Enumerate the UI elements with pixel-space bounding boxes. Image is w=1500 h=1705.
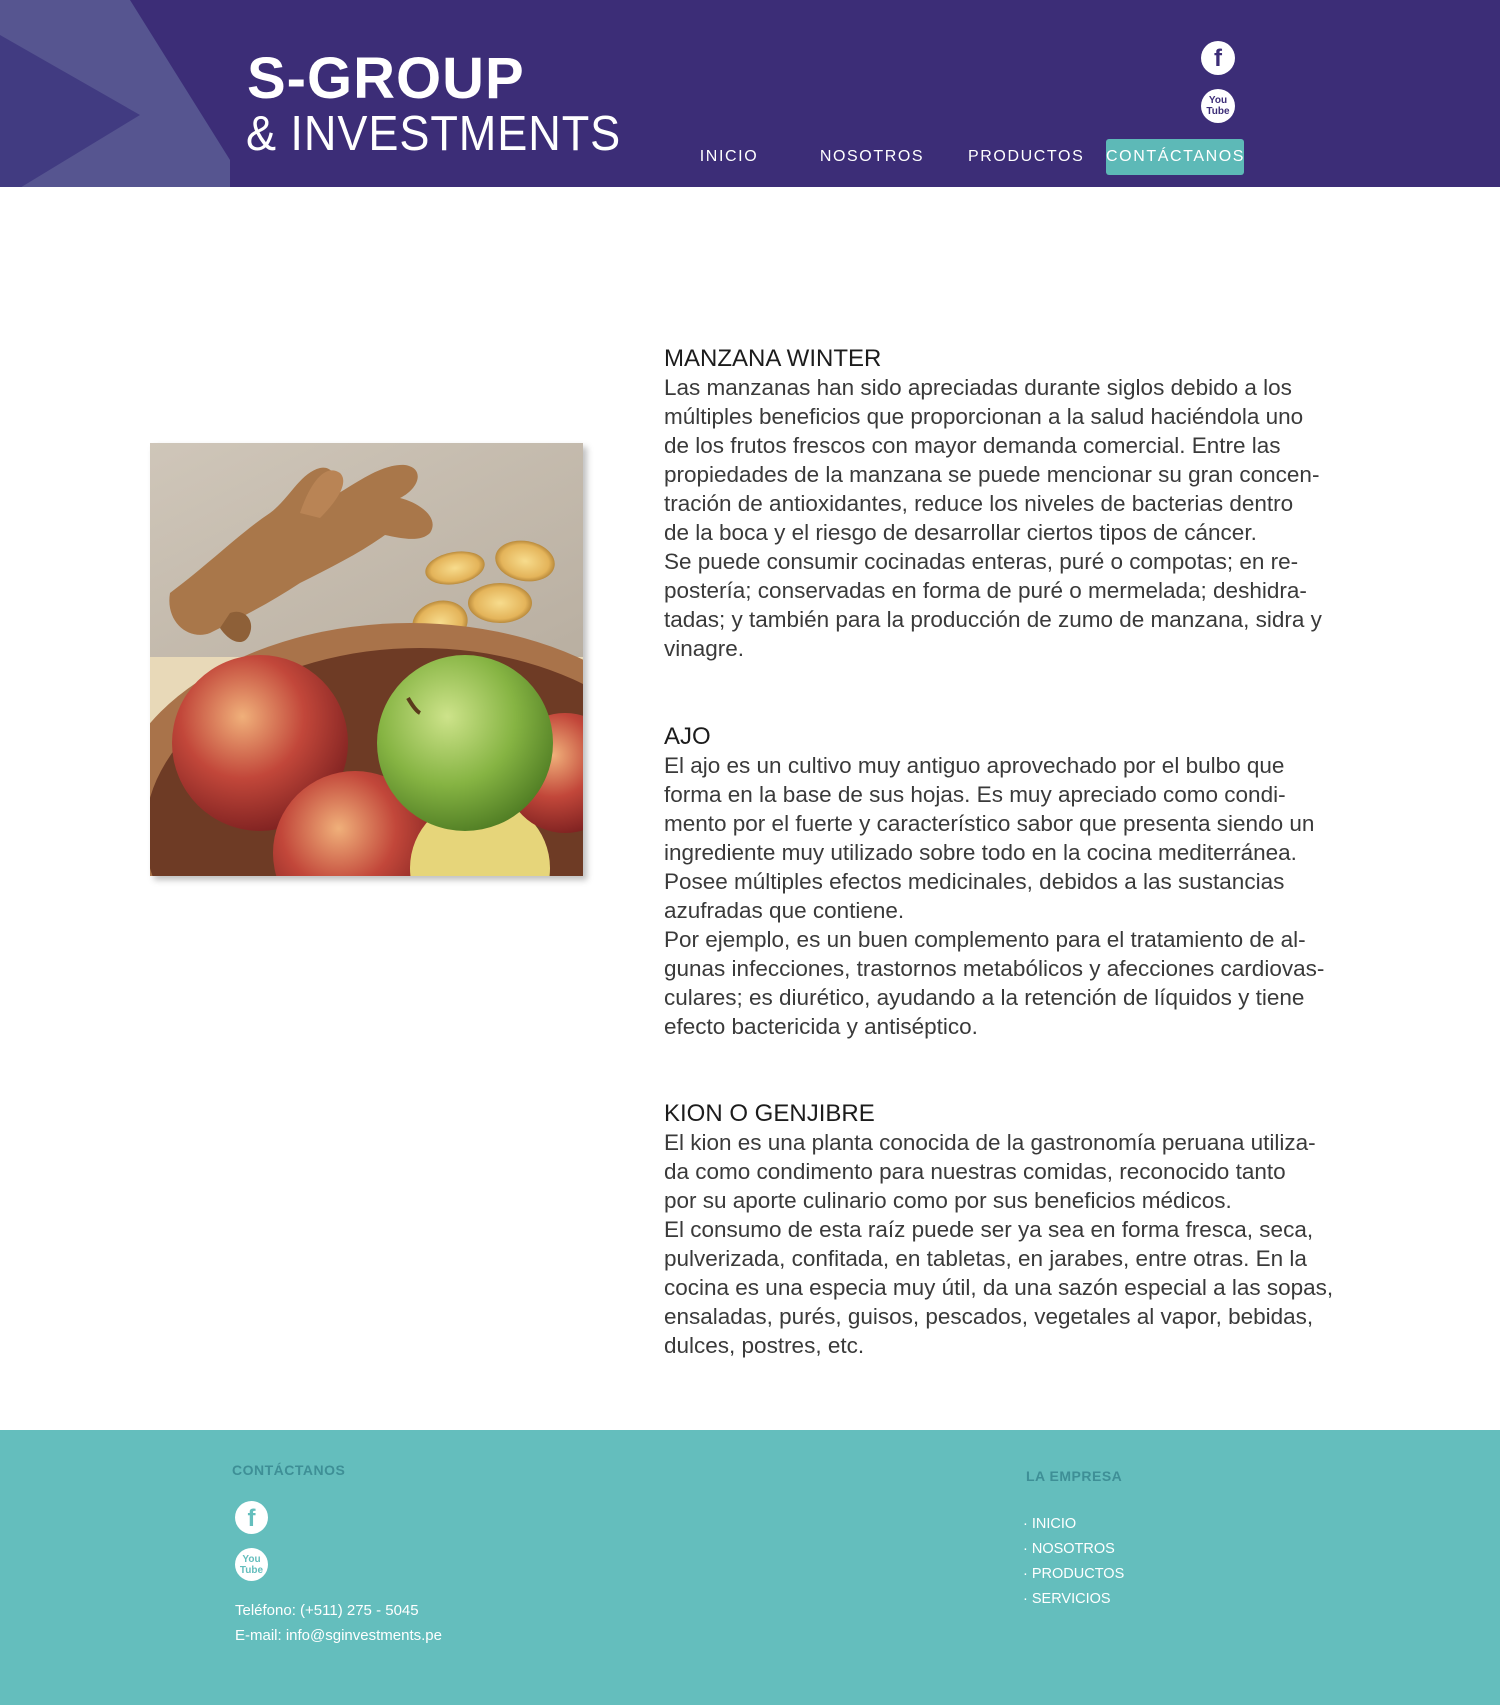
desc-line: culares; es diurético, ayudando a la ret… <box>664 985 1305 1010</box>
ginger-apples-photo <box>150 443 583 876</box>
desc-line: tración de antioxidantes, reduce los niv… <box>664 491 1294 516</box>
desc-line: propiedades de la manzana se puede menci… <box>664 462 1320 487</box>
desc-line: pulverizada, confitada, en tabletas, en … <box>664 1246 1307 1271</box>
nav-inicio[interactable]: INICIO <box>693 139 765 175</box>
decorative-triangles <box>0 0 230 187</box>
product-description: El ajo es un cultivo muy antiguo aprovec… <box>664 751 1354 1041</box>
desc-line: Por ejemplo, es un buen complemento para… <box>664 927 1306 952</box>
desc-line: de los frutos frescos con mayor demanda … <box>664 433 1281 458</box>
desc-line: de la boca y el riesgo de desarrollar ci… <box>664 520 1257 545</box>
footer-email[interactable]: E-mail: info@sginvestments.pe <box>235 1627 442 1644</box>
footer-link-productos[interactable]: · PRODUCTOS <box>1023 1566 1124 1582</box>
desc-line: tadas; y también para la producción de z… <box>664 607 1322 632</box>
desc-line: mento por el fuerte y característico sab… <box>664 811 1315 836</box>
desc-line: Las manzanas han sido apreciadas durante… <box>664 375 1292 400</box>
desc-line: azufradas que contiene. <box>664 898 905 923</box>
desc-line: ensaladas, purés, guisos, pescados, vege… <box>664 1304 1314 1329</box>
nav-nosotros[interactable]: NOSOTROS <box>819 139 925 175</box>
product-manzana-winter: MANZANA WINTER Las manzanas han sido apr… <box>664 344 1364 663</box>
product-ajo: AJO El ajo es un cultivo muy antiguo apr… <box>664 722 1364 1041</box>
product-title: KION O GENJIBRE <box>664 1100 875 1127</box>
youtube-glyph-top: You <box>1208 95 1228 106</box>
desc-line: efecto bactericida y antiséptico. <box>664 1014 978 1039</box>
desc-line: Se puede consumir cocinadas enteras, pur… <box>664 549 1299 574</box>
desc-line: vinagre. <box>664 636 745 661</box>
product-description: El kion es una planta conocida de la gas… <box>664 1128 1354 1360</box>
facebook-icon[interactable]: f <box>1201 41 1235 75</box>
product-description: Las manzanas han sido apreciadas durante… <box>664 373 1354 663</box>
logo-wordmark[interactable]: S-GROUP <box>247 44 525 114</box>
desc-line: múltiples beneficios que proporcionan a … <box>664 404 1304 429</box>
product-title: MANZANA WINTER <box>664 345 882 372</box>
nav-productos[interactable]: PRODUCTOS <box>968 139 1083 175</box>
youtube-glyph-top: You <box>242 1554 261 1565</box>
footer-phone: Teléfono: (+511) 275 - 5045 <box>235 1602 419 1619</box>
product-kion-genjibre: KION O GENJIBRE El kion es una planta co… <box>664 1099 1364 1360</box>
site-header: S-GROUP & INVESTMENTS f You Tube INICIO … <box>0 0 1500 187</box>
desc-line: da como condimento para nuestras comidas… <box>664 1159 1286 1184</box>
footer-link-servicios[interactable]: · SERVICIOS <box>1023 1591 1111 1607</box>
footer-youtube-icon[interactable]: You Tube <box>235 1548 268 1581</box>
footer-contact-heading: CONTÁCTANOS <box>232 1462 346 1478</box>
desc-line: dulces, postres, etc. <box>664 1333 865 1358</box>
footer-link-inicio[interactable]: · INICIO <box>1023 1516 1076 1532</box>
footer-link-nosotros[interactable]: · NOSOTROS <box>1023 1541 1115 1557</box>
desc-line: cocina es una especia muy útil, da una s… <box>664 1275 1334 1300</box>
footer-company-heading: LA EMPRESA <box>1026 1468 1123 1484</box>
facebook-glyph: f <box>1214 45 1222 72</box>
desc-line: El kion es una planta conocida de la gas… <box>664 1130 1316 1155</box>
desc-line: El consumo de esta raíz puede ser ya sea… <box>664 1217 1314 1242</box>
nav-contactanos[interactable]: CONTÁCTANOS <box>1106 139 1244 175</box>
product-title: AJO <box>664 723 711 750</box>
product-photo-collage <box>150 443 583 876</box>
youtube-glyph-bottom: Tube <box>239 1565 264 1576</box>
desc-line: forma en la base de sus hojas. Es muy ap… <box>664 782 1286 807</box>
desc-line: postería; conservadas en forma de puré o… <box>664 578 1307 603</box>
site-footer: CONTÁCTANOS f You Tube Teléfono: (+511) … <box>0 1430 1500 1705</box>
facebook-glyph: f <box>247 1505 256 1532</box>
footer-facebook-icon[interactable]: f <box>235 1501 268 1534</box>
desc-line: gunas infecciones, trastornos metabólico… <box>664 956 1325 981</box>
desc-line: por su aporte culinario como por sus ben… <box>664 1188 1232 1213</box>
logo-subtitle[interactable]: & INVESTMENTS <box>246 106 621 162</box>
desc-line: ingrediente muy utilizado sobre todo en … <box>664 840 1297 865</box>
desc-line: El ajo es un cultivo muy antiguo aprovec… <box>664 753 1285 778</box>
youtube-glyph-bottom: Tube <box>1206 106 1230 117</box>
desc-line: Posee múltiples efectos medicinales, deb… <box>664 869 1285 894</box>
youtube-icon[interactable]: You Tube <box>1201 89 1235 123</box>
